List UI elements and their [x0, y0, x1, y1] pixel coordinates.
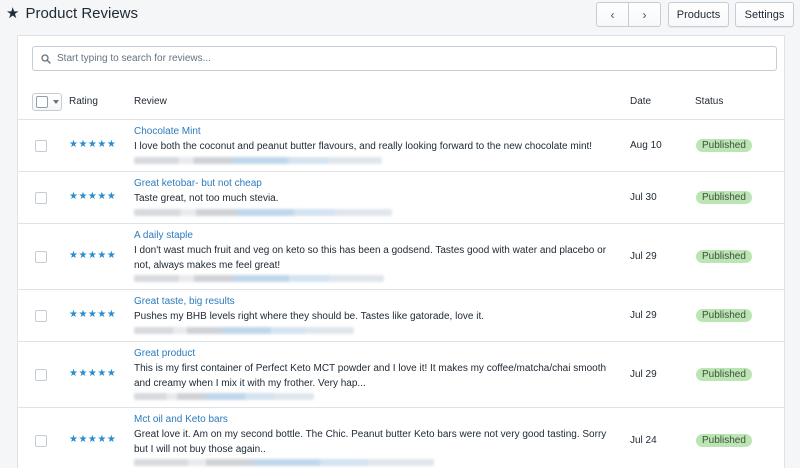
top-bar: ★ Product Reviews ‹ › Products Settings [0, 0, 800, 32]
table-row[interactable]: ★★★★★ Great taste, big results Pushes my… [18, 290, 784, 342]
page-title-text: Product Reviews [25, 5, 138, 22]
star-rating: ★★★★★ [69, 309, 117, 320]
column-header-date: Date [630, 96, 652, 107]
star-rating: ★★★★★ [69, 434, 117, 445]
products-button[interactable]: Products [668, 2, 729, 27]
search-input[interactable] [57, 53, 757, 64]
caret-down-icon [53, 100, 59, 104]
pagination-group: ‹ › [596, 2, 661, 27]
chevron-right-icon: › [642, 7, 647, 22]
star-rating: ★★★★★ [69, 368, 117, 379]
status-badge: Published [696, 139, 752, 152]
table-header: Rating Review Date Status [18, 84, 784, 120]
status-badge: Published [696, 368, 752, 381]
review-date: Jul 30 [630, 192, 657, 203]
review-body: I don't wast much fruit and veg on keto … [134, 245, 607, 271]
review-body: Taste great, not too much stevia. [134, 193, 279, 204]
row-checkbox[interactable] [35, 140, 47, 152]
reviews-card: Rating Review Date Status ★★★★★ Chocolat… [17, 35, 785, 468]
star-icon: ★ [6, 5, 20, 22]
bulk-select-dropdown[interactable] [32, 93, 62, 111]
star-rating: ★★★★★ [69, 250, 117, 261]
status-badge: Published [696, 309, 752, 322]
review-date: Jul 24 [630, 435, 657, 446]
page-title: ★ Product Reviews [6, 5, 138, 22]
previous-button[interactable]: ‹ [597, 3, 628, 26]
review-title-link[interactable]: A daily staple [134, 230, 193, 241]
chevron-left-icon: ‹ [610, 7, 615, 22]
review-title-link[interactable]: Great ketobar- but not cheap [134, 178, 262, 189]
status-badge: Published [696, 434, 752, 447]
review-date: Jul 29 [630, 251, 657, 262]
star-rating: ★★★★★ [69, 191, 117, 202]
row-checkbox[interactable] [35, 369, 47, 381]
table-row[interactable]: ★★★★★ Chocolate Mint I love both the coc… [18, 120, 784, 172]
table-row[interactable]: ★★★★★ A daily staple I don't wast much f… [18, 224, 784, 290]
column-header-review: Review [134, 96, 167, 107]
search-icon [41, 53, 51, 64]
row-checkbox[interactable] [35, 435, 47, 447]
review-title-link[interactable]: Mct oil and Keto bars [134, 414, 228, 425]
status-badge: Published [696, 191, 752, 204]
table-row[interactable]: ★★★★★ Great product This is my first con… [18, 342, 784, 408]
row-checkbox[interactable] [35, 192, 47, 204]
review-author-redacted [134, 157, 382, 164]
search-bar [32, 46, 777, 71]
next-button[interactable]: › [628, 3, 660, 26]
review-title-link[interactable]: Chocolate Mint [134, 126, 201, 137]
review-author-redacted [134, 327, 354, 334]
review-body: Great love it. Am on my second bottle. T… [134, 429, 607, 455]
column-header-rating: Rating [69, 96, 98, 107]
review-title-link[interactable]: Great taste, big results [134, 296, 235, 307]
table-row[interactable]: ★★★★★ Great ketobar- but not cheap Taste… [18, 172, 784, 224]
review-author-redacted [134, 209, 392, 216]
review-title-link[interactable]: Great product [134, 348, 195, 359]
table-row[interactable]: ★★★★★ Mct oil and Keto bars Great love i… [18, 408, 784, 468]
row-checkbox[interactable] [35, 251, 47, 263]
settings-button[interactable]: Settings [735, 2, 794, 27]
status-badge: Published [696, 250, 752, 263]
select-all-checkbox[interactable] [36, 96, 48, 108]
review-author-redacted [134, 459, 434, 466]
review-date: Jul 29 [630, 369, 657, 380]
review-author-redacted [134, 393, 314, 400]
review-body: I love both the coconut and peanut butte… [134, 141, 593, 152]
row-checkbox[interactable] [35, 310, 47, 322]
review-author-redacted [134, 275, 384, 282]
star-rating: ★★★★★ [69, 139, 117, 150]
review-body: This is my first container of Perfect Ke… [134, 363, 607, 389]
column-header-status: Status [695, 96, 724, 107]
review-body: Pushes my BHB levels right where they sh… [134, 311, 484, 322]
review-date: Aug 10 [630, 140, 662, 151]
review-date: Jul 29 [630, 310, 657, 321]
